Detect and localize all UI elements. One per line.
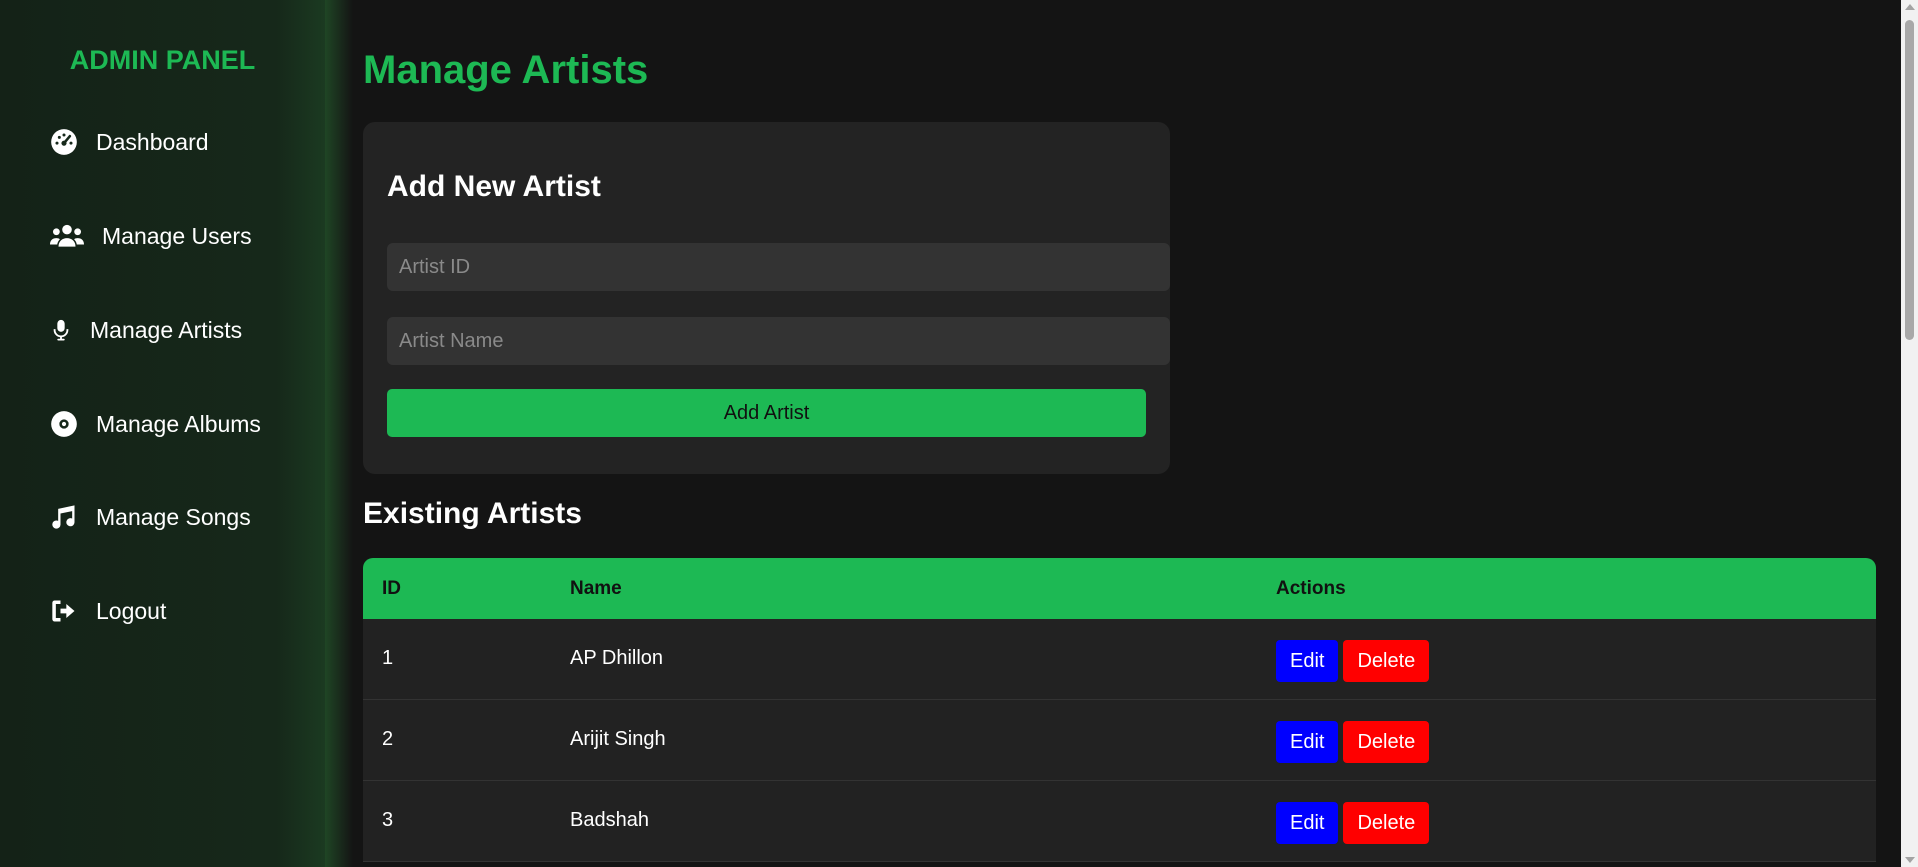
- delete-button[interactable]: Delete: [1343, 802, 1430, 844]
- artists-table: ID Name Actions 1 AP Dhillon Edit Delete…: [363, 558, 1876, 862]
- header-name: Name: [570, 578, 622, 599]
- cell-name: Badshah: [570, 809, 649, 831]
- scroll-up-arrow-icon[interactable]: [1905, 4, 1915, 10]
- cell-name: AP Dhillon: [570, 647, 664, 669]
- scroll-down-arrow-icon[interactable]: [1905, 857, 1915, 863]
- sidebar-item-artists[interactable]: Manage Artists: [50, 310, 242, 350]
- header-id: ID: [382, 578, 401, 599]
- artist-name-input[interactable]: [387, 317, 1170, 365]
- delete-button[interactable]: Delete: [1343, 640, 1430, 682]
- add-artist-form: Add New Artist Add Artist: [363, 122, 1170, 474]
- gauge-icon: [50, 128, 78, 156]
- sidebar-edge-glow: [325, 0, 353, 867]
- edit-button[interactable]: Edit: [1276, 640, 1339, 682]
- sidebar: ADMIN PANEL Dashboard Manage Users Manag…: [0, 0, 325, 867]
- brand-title: ADMIN PANEL: [69, 45, 256, 75]
- table-row: 1 AP Dhillon Edit Delete: [363, 619, 1876, 700]
- sidebar-item-dashboard[interactable]: Dashboard: [50, 122, 209, 162]
- row-actions: Edit Delete: [1276, 721, 1430, 763]
- sidebar-item-label: Manage Songs: [96, 503, 251, 530]
- cell-id: 2: [382, 728, 394, 750]
- vertical-scrollbar[interactable]: [1901, 0, 1918, 867]
- main-content: Manage Artists Add New Artist Add Artist…: [363, 0, 1878, 867]
- sidebar-item-albums[interactable]: Manage Albums: [50, 404, 261, 444]
- row-actions: Edit Delete: [1276, 802, 1430, 844]
- sidebar-item-logout[interactable]: Logout: [50, 591, 166, 631]
- form-title: Add New Artist: [387, 170, 601, 203]
- cell-name: Arijit Singh: [570, 728, 666, 750]
- edit-button[interactable]: Edit: [1276, 802, 1339, 844]
- page-title: Manage Artists: [363, 48, 649, 92]
- cell-id: 3: [382, 809, 394, 831]
- app-root: ADMIN PANEL Dashboard Manage Users Manag…: [0, 0, 1918, 867]
- scrollbar-thumb[interactable]: [1905, 20, 1914, 340]
- delete-button[interactable]: Delete: [1343, 721, 1430, 763]
- logout-icon: [50, 597, 78, 625]
- sidebar-item-songs[interactable]: Manage Songs: [50, 497, 251, 537]
- row-actions: Edit Delete: [1276, 640, 1430, 682]
- table-row: 2 Arijit Singh Edit Delete: [363, 700, 1876, 781]
- users-icon: [50, 222, 84, 250]
- sidebar-item-label: Dashboard: [96, 128, 209, 155]
- microphone-icon: [50, 316, 72, 344]
- music-note-icon: [50, 503, 78, 531]
- edit-button[interactable]: Edit: [1276, 721, 1339, 763]
- disc-icon: [50, 410, 78, 438]
- sidebar-item-label: Manage Albums: [96, 410, 261, 437]
- add-artist-button[interactable]: Add Artist: [387, 389, 1146, 437]
- header-actions: Actions: [1276, 578, 1346, 599]
- sidebar-item-label: Manage Artists: [90, 316, 243, 343]
- sidebar-item-label: Manage Users: [102, 222, 252, 249]
- sidebar-item-label: Logout: [96, 597, 167, 624]
- sidebar-item-users[interactable]: Manage Users: [50, 216, 252, 256]
- table-row: 3 Badshah Edit Delete: [363, 781, 1876, 862]
- table-header: ID Name Actions: [363, 558, 1876, 619]
- existing-artists-title: Existing Artists: [363, 497, 582, 530]
- cell-id: 1: [382, 647, 394, 669]
- artist-id-input[interactable]: [387, 243, 1170, 291]
